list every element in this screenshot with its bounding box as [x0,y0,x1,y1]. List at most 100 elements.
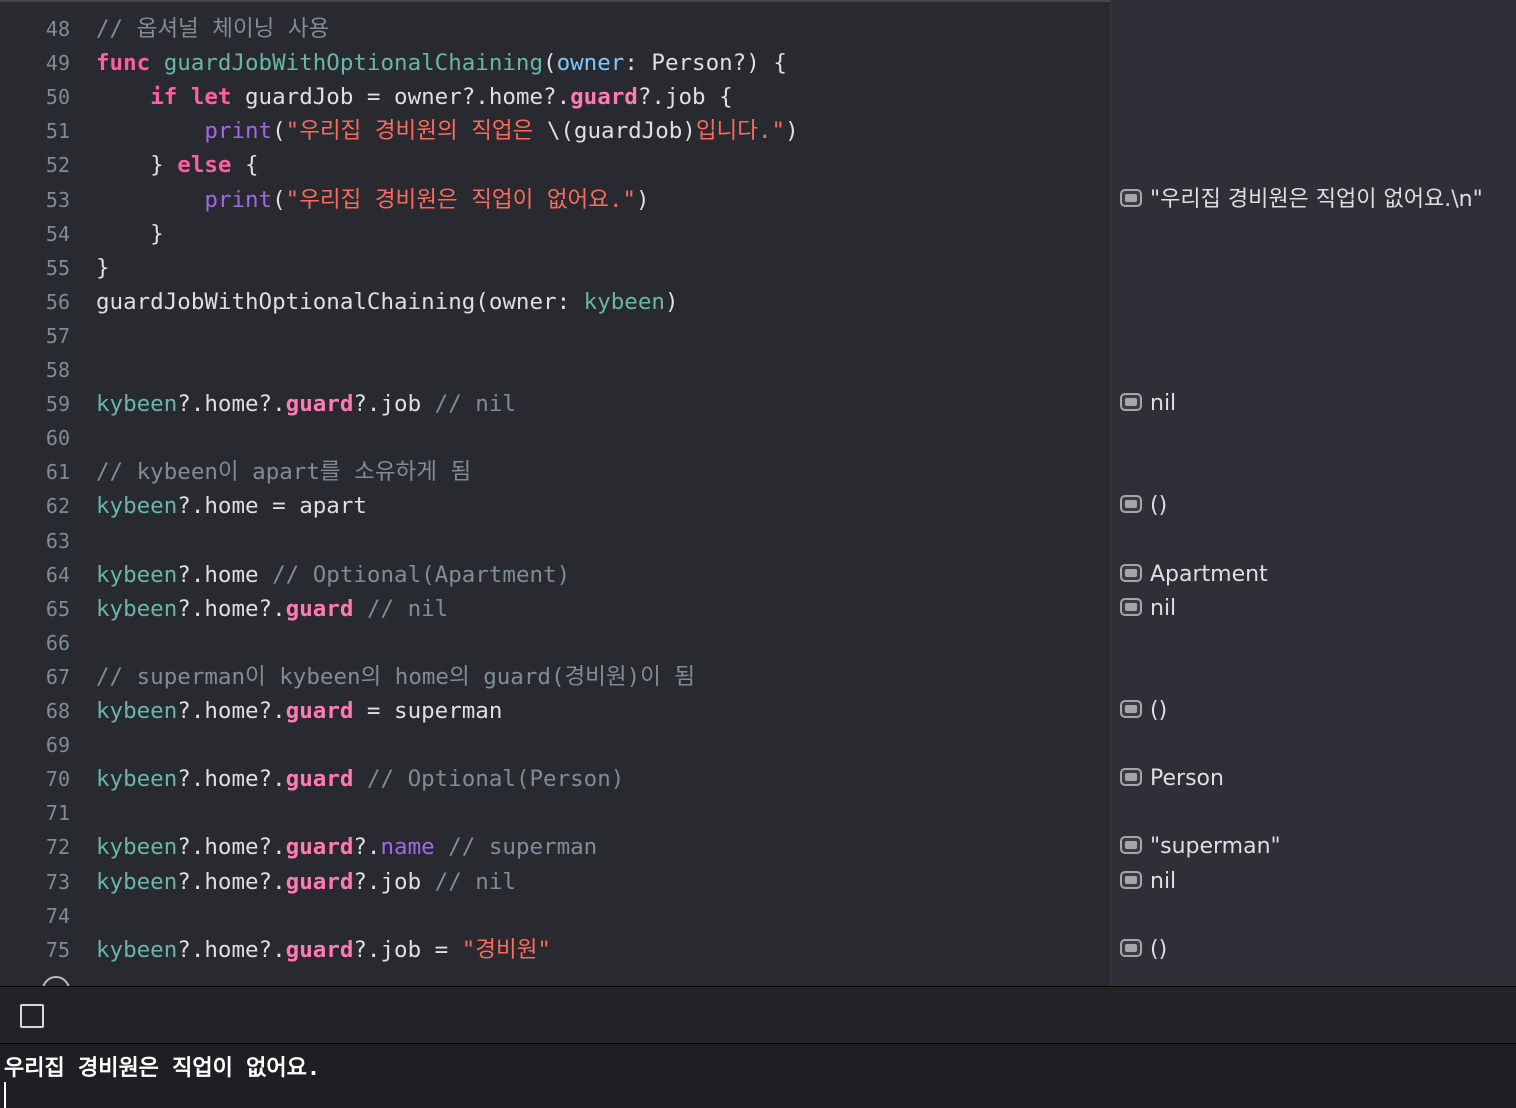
line-source: } [96,217,164,251]
code-token: ) [664,288,679,315]
code-line[interactable]: 63 [0,524,1110,558]
code-line[interactable]: 60 [0,421,1110,455]
code-line[interactable]: 68 kybeen?.home?.guard = superman [0,694,1110,728]
code-line[interactable]: 75 kybeen?.home?.guard?.job = "경비원" [0,933,1110,967]
code-line[interactable]: 70 kybeen?.home?.guard // Optional(Person… [0,762,1110,796]
code-token: kybeen [96,595,178,622]
line-number: 64 [45,562,70,587]
code-line[interactable]: 67 // superman이 kybeen의 home의 guard(경비원)이… [0,660,1110,694]
result-item: nil [1120,387,1176,421]
code-line[interactable]: 57 [0,319,1110,353]
line-number: 70 [45,767,70,792]
code-line[interactable]: 72 kybeen?.home?.guard?.name // superman [0,830,1110,864]
line-number: 52 [45,153,70,178]
code-token: guard [285,766,354,793]
code-token: func [96,50,164,77]
line-number: 67 [45,664,70,689]
code-token: ?.job { [637,84,733,111]
quick-look-icon[interactable] [1120,870,1142,889]
line-number: 56 [45,289,70,314]
result-item: Apartment [1120,558,1268,592]
code-token: kybeen [96,834,178,861]
run-line-icon[interactable] [42,976,70,986]
code-line[interactable]: 62 kybeen?.home = apart [0,489,1110,523]
line-number: 55 [45,255,70,280]
code-token: ?.home?. [177,766,286,793]
code-token: "경비원" [461,936,551,963]
checkbox-icon[interactable] [20,1004,44,1028]
result-value: "superman" [1150,834,1281,860]
code-token: guard [285,391,354,418]
code-editor[interactable]: 48 // 옵셔널 체이닝 사용 49 func guardJobWithOption… [0,0,1110,986]
code-line[interactable]: 54 } [0,217,1110,251]
code-line[interactable]: 65 kybeen?.home?.guard // nil [0,592,1110,626]
quick-look-icon[interactable] [1120,597,1142,616]
quick-look-icon[interactable] [1120,768,1142,787]
code-line[interactable]: 51 print("우리집 경비원의 직업은 \(guardJob)입니다.") [0,114,1110,148]
code-line[interactable]: 49 func guardJobWithOptionalChaining(owne… [0,46,1110,80]
code-token: owner [556,50,625,77]
quick-look-icon[interactable] [1120,938,1142,957]
result-item: "우리집 경비원은 직업이 없어요.\n" [1120,183,1483,217]
line-number: 58 [45,358,70,382]
code-token: } [96,254,110,281]
quick-look-icon[interactable] [1120,836,1142,855]
code-line[interactable]: 55} [0,251,1110,285]
console-area[interactable]: 우리집 경비원은 직업이 없어요. [0,1044,1516,1108]
code-line[interactable]: 56 guardJobWithOptionalChaining(owner: ky… [0,285,1110,319]
line-source: kybeen?.home?.guard = superman [96,694,502,728]
code-line[interactable]: 64 kybeen?.home // Optional(Apartment) [0,558,1110,592]
quick-look-icon[interactable] [1120,188,1142,207]
code-token: // Optional(Apartment) [272,561,571,588]
code-token: ?.home?. [177,834,286,861]
code-line[interactable]: 48 // 옵셔널 체이닝 사용 [0,12,1110,46]
code-line[interactable]: 66 [0,626,1110,660]
line-source: } [96,251,110,285]
code-token: ?.home?. [177,868,286,895]
line-number: 50 [45,85,70,110]
debug-bar [0,986,1516,1044]
code-line[interactable]: 73 kybeen?.home?.guard?.job // nil [0,865,1110,899]
code-line[interactable]: 52 } else { [0,148,1110,182]
code-token: "우리집 경비원은 직업이 없어요." [285,186,637,213]
line-source: // kybeen이 apart를 소유하게 됨 [96,455,471,489]
result-value: Apartment [1150,561,1268,587]
code-token: ?.job = [353,936,462,963]
code-token: kybeen [583,288,665,315]
code-token: kybeen [96,493,178,520]
code-token: 입니다." [695,118,786,145]
quick-look-icon[interactable] [1120,393,1142,412]
quick-look-icon[interactable] [1120,495,1142,514]
code-token: guard [285,698,354,724]
result-value: "우리집 경비원은 직업이 없어요.\n" [1150,186,1483,212]
result-value: () [1150,493,1168,519]
code-token: // 옵셔널 체이닝 사용 [96,16,330,42]
line-number: 69 [45,733,70,758]
code-line[interactable]: 58 [0,353,1110,387]
line-source: print("우리집 경비원은 직업이 없어요.") [96,183,649,217]
line-source: // superman이 kybeen의 home의 guard(경비원)이 됨 [96,660,695,694]
code-line[interactable]: 74 [0,899,1110,933]
line-number: 60 [45,426,70,451]
code-line[interactable]: 50 if let guardJob = owner?.home?.guard?… [0,80,1110,114]
quick-look-icon[interactable] [1120,700,1142,718]
code-line[interactable]: 71 [0,796,1110,830]
code-token: } [96,152,178,179]
line-number: 63 [45,528,70,553]
code-line[interactable]: 59 kybeen?.home?.guard?.job // nil [0,387,1110,421]
line-number: 75 [45,937,70,962]
code-token: ?.job [353,868,435,895]
code-token: guard [285,868,354,895]
code-line[interactable]: 53 print("우리집 경비원은 직업이 없어요.") [0,183,1110,217]
code-token: // superman [448,834,598,861]
quick-look-icon[interactable] [1120,563,1142,582]
code-token: ?.home?. [177,391,286,418]
code-line[interactable]: 69 [0,728,1110,762]
code-line[interactable]: 61 // kybeen이 apart를 소유하게 됨 [0,455,1110,489]
line-number: 51 [45,119,70,144]
line-source: kybeen?.home?.guard?.job // nil [96,387,516,421]
code-token: { [231,152,259,179]
